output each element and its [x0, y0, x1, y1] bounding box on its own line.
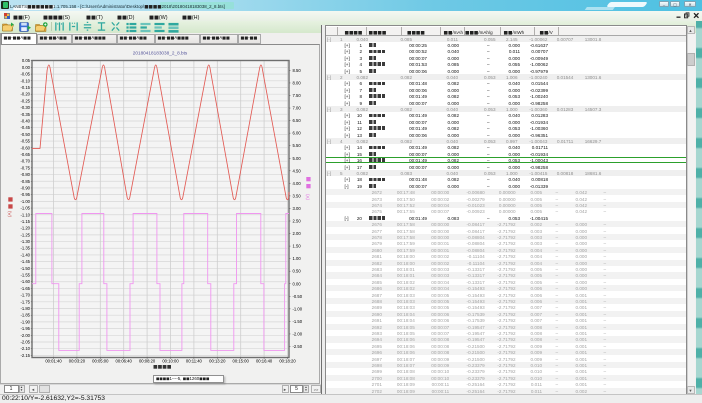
svg-text:-0.15: -0.15 — [20, 85, 30, 90]
svg-text:-0.65: -0.65 — [20, 152, 30, 157]
svg-text:1.00: 1.00 — [293, 256, 302, 261]
svg-text:-1.00: -1.00 — [20, 199, 30, 204]
svg-text:-1.60: -1.60 — [20, 279, 30, 284]
svg-text:-0.30: -0.30 — [20, 105, 30, 110]
svg-text:3.00: 3.00 — [293, 206, 302, 211]
svg-text:-0.05: -0.05 — [20, 72, 30, 77]
svg-text:-1.50: -1.50 — [293, 319, 303, 324]
svg-text:-1.90: -1.90 — [20, 319, 30, 324]
svg-text:(V): (V) — [305, 194, 310, 201]
svg-text:4.50: 4.50 — [293, 168, 302, 173]
svg-text:-0.40: -0.40 — [20, 118, 30, 123]
svg-text:-0.95: -0.95 — [20, 192, 30, 197]
svg-text:00:16:40: 00:16:40 — [256, 359, 273, 364]
svg-text:-1.80: -1.80 — [20, 306, 30, 311]
svg-text:7.00: 7.00 — [293, 106, 302, 111]
svg-text:00:06:40: 00:06:40 — [116, 359, 133, 364]
svg-text:-0.25: -0.25 — [20, 98, 30, 103]
svg-text:-0.50: -0.50 — [293, 294, 303, 299]
svg-text:0.50: 0.50 — [293, 269, 302, 274]
svg-text:3.50: 3.50 — [293, 193, 302, 198]
svg-text:-1.35: -1.35 — [20, 246, 30, 251]
svg-text:00:18:20: 00:18:20 — [279, 359, 296, 364]
svg-text:00:05:00: 00:05:00 — [92, 359, 109, 364]
svg-text:00:01:40: 00:01:40 — [45, 359, 62, 364]
svg-text:0.00: 0.00 — [22, 65, 31, 70]
svg-text:5.50: 5.50 — [293, 143, 302, 148]
svg-text:-1.20: -1.20 — [20, 226, 30, 231]
svg-text:20180418183038_2_8.bts: 20180418183038_2_8.bts — [133, 50, 188, 55]
svg-text:-0.60: -0.60 — [20, 145, 30, 150]
svg-text:-1.75: -1.75 — [20, 299, 30, 304]
svg-text:1.50: 1.50 — [293, 244, 302, 249]
svg-text:00:10:00: 00:10:00 — [162, 359, 179, 364]
svg-text:-1.30: -1.30 — [20, 239, 30, 244]
svg-text:-0.35: -0.35 — [20, 112, 30, 117]
svg-text:(A): (A) — [7, 211, 12, 218]
svg-text:-0.45: -0.45 — [20, 125, 30, 130]
svg-text:-2.00: -2.00 — [293, 331, 303, 336]
svg-text:-1.85: -1.85 — [20, 313, 30, 318]
svg-text:8.00: 8.00 — [293, 80, 302, 85]
svg-text:-1.50: -1.50 — [20, 266, 30, 271]
svg-text:-2.10: -2.10 — [20, 346, 30, 351]
svg-text:-1.25: -1.25 — [20, 232, 30, 237]
svg-text:00:03:20: 00:03:20 — [69, 359, 86, 364]
svg-text:0.05: 0.05 — [22, 58, 31, 63]
svg-text:-0.70: -0.70 — [20, 159, 30, 164]
svg-text:00:08:20: 00:08:20 — [139, 359, 156, 364]
svg-text:-1.10: -1.10 — [20, 212, 30, 217]
svg-text:8.50: 8.50 — [293, 68, 302, 73]
svg-text:7.50: 7.50 — [293, 93, 302, 98]
svg-text:-0.20: -0.20 — [20, 92, 30, 97]
svg-text:00:11:40: 00:11:40 — [186, 359, 203, 364]
svg-text:-1.55: -1.55 — [20, 273, 30, 278]
svg-text:-1.40: -1.40 — [20, 252, 30, 257]
svg-text:-1.45: -1.45 — [20, 259, 30, 264]
svg-text:6.00: 6.00 — [293, 131, 302, 136]
svg-text:-2.05: -2.05 — [20, 340, 30, 345]
svg-text:-1.15: -1.15 — [20, 219, 30, 224]
svg-text:-0.75: -0.75 — [20, 165, 30, 170]
svg-text:4.00: 4.00 — [293, 181, 302, 186]
svg-text:-1.00: -1.00 — [293, 306, 303, 311]
svg-text:0.00: 0.00 — [293, 281, 302, 286]
svg-text:-1.70: -1.70 — [20, 293, 30, 298]
svg-text:2.00: 2.00 — [293, 231, 302, 236]
svg-text:-0.90: -0.90 — [20, 185, 30, 190]
svg-text:-2.00: -2.00 — [20, 333, 30, 338]
svg-text:00:15:00: 00:15:00 — [233, 359, 250, 364]
svg-text:-0.55: -0.55 — [20, 139, 30, 144]
svg-text:-0.85: -0.85 — [20, 179, 30, 184]
svg-text:-1.65: -1.65 — [20, 286, 30, 291]
svg-text:2.50: 2.50 — [293, 219, 302, 224]
svg-text:6.50: 6.50 — [293, 118, 302, 123]
svg-text:-1.05: -1.05 — [20, 206, 30, 211]
svg-text:-0.80: -0.80 — [20, 172, 30, 177]
svg-text:5.00: 5.00 — [293, 156, 302, 161]
svg-text:-0.50: -0.50 — [20, 132, 30, 137]
svg-text:-2.50: -2.50 — [293, 344, 303, 349]
svg-text:00:13:20: 00:13:20 — [209, 359, 226, 364]
svg-text:-1.95: -1.95 — [20, 326, 30, 331]
svg-text:-0.10: -0.10 — [20, 78, 30, 83]
svg-text:-2.15: -2.15 — [20, 353, 30, 358]
